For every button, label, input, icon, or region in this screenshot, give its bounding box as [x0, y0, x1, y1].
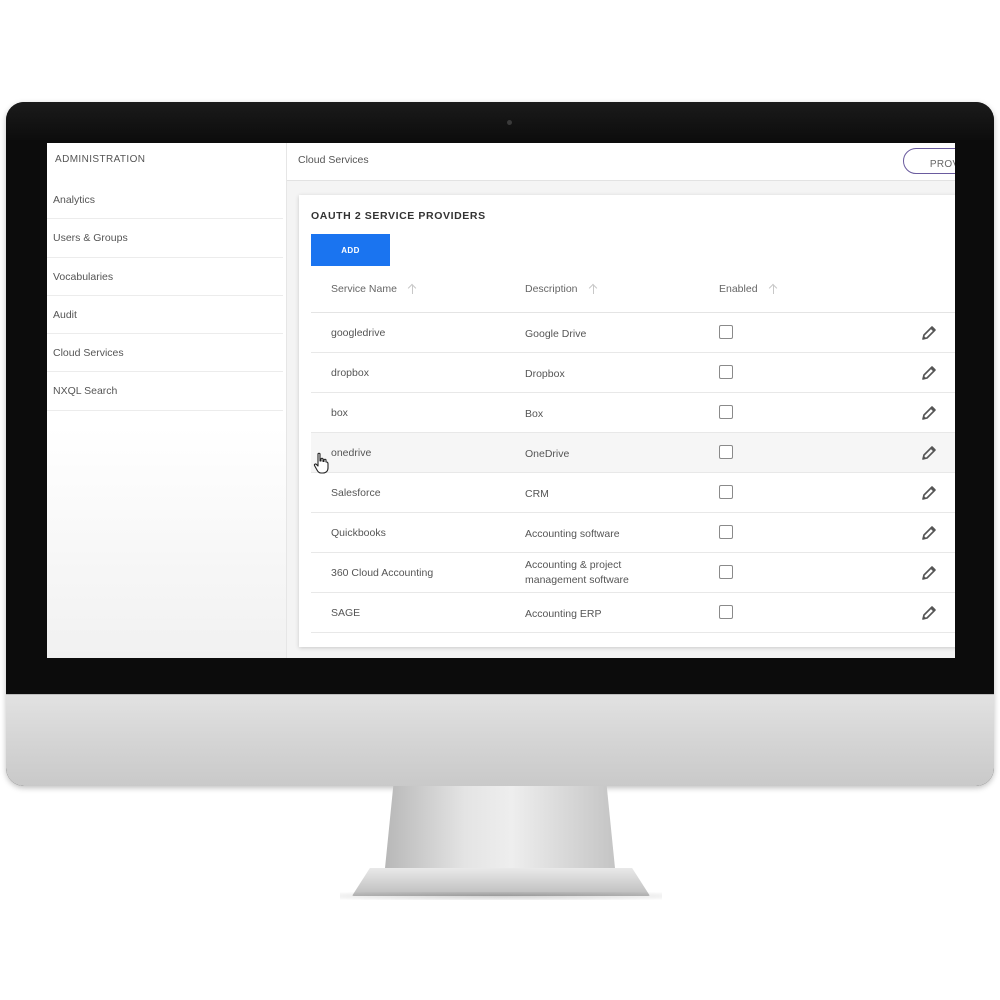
- description-cell: Box: [525, 408, 544, 420]
- sidebar-item-audit[interactable]: Audit: [47, 296, 283, 335]
- oauth-providers-card: OAUTH 2 SERVICE PROVIDERS ADD Service Na…: [299, 195, 955, 647]
- camera-icon: [507, 120, 512, 125]
- enabled-checkbox[interactable]: [719, 325, 733, 339]
- description-cell: Google Drive: [525, 328, 587, 340]
- service-name-cell: 360 Cloud Accounting: [331, 567, 434, 579]
- description-cell: OneDrive: [525, 448, 570, 460]
- admin-sidebar: ADMINISTRATION Analytics Users & Groups …: [47, 143, 287, 658]
- pencil-icon[interactable]: [919, 443, 939, 463]
- column-header-enabled[interactable]: Enabled: [719, 283, 780, 295]
- card-title: OAUTH 2 SERVICE PROVIDERS: [311, 210, 486, 222]
- bezel-glare: [6, 102, 994, 142]
- service-name-cell: dropbox: [331, 367, 369, 379]
- sidebar-item-analytics[interactable]: Analytics: [47, 181, 283, 220]
- enabled-checkbox[interactable]: [719, 525, 733, 539]
- monitor-stand-shadow: [340, 892, 662, 900]
- table-header: Service Name Description Enabled: [311, 273, 955, 313]
- add-button[interactable]: ADD: [311, 234, 390, 266]
- providers-button[interactable]: PROVID: [903, 148, 955, 174]
- sort-arrow-up-icon[interactable]: [768, 283, 780, 295]
- enabled-checkbox[interactable]: [719, 365, 733, 379]
- table-row[interactable]: 360 Cloud Accounting Accounting & projec…: [311, 553, 955, 593]
- table-row[interactable]: Salesforce CRM: [311, 473, 955, 513]
- enabled-checkbox[interactable]: [719, 405, 733, 419]
- sidebar-item-label: NXQL Search: [53, 385, 118, 398]
- enabled-checkbox[interactable]: [719, 485, 733, 499]
- enabled-checkbox[interactable]: [719, 565, 733, 579]
- pencil-icon[interactable]: [919, 323, 939, 343]
- sidebar-item-label: Users & Groups: [53, 232, 128, 245]
- sidebar-menu: Analytics Users & Groups Vocabularies Au…: [47, 181, 283, 411]
- service-name-cell: Quickbooks: [331, 527, 386, 539]
- top-bar: Cloud Services PROVID: [287, 143, 955, 181]
- enabled-checkbox[interactable]: [719, 445, 733, 459]
- sidebar-item-cloud-services[interactable]: Cloud Services: [47, 334, 283, 373]
- sidebar-item-nxql-search[interactable]: NXQL Search: [47, 372, 283, 411]
- service-name-cell: SAGE: [331, 607, 361, 619]
- description-cell: Accounting & project management software: [525, 559, 629, 586]
- monitor-chin: [6, 694, 994, 786]
- enabled-checkbox[interactable]: [719, 605, 733, 619]
- column-label: Service Name: [331, 283, 397, 295]
- service-name-cell: googledrive: [331, 327, 386, 339]
- description-cell: Accounting ERP: [525, 608, 602, 620]
- column-header-service-name[interactable]: Service Name: [331, 283, 419, 295]
- pencil-icon[interactable]: [919, 523, 939, 543]
- pencil-icon[interactable]: [919, 403, 939, 423]
- pencil-icon[interactable]: [919, 483, 939, 503]
- sidebar-item-vocabularies[interactable]: Vocabularies: [47, 258, 283, 296]
- table-row[interactable]: Quickbooks Accounting software: [311, 513, 955, 553]
- sidebar-item-users-groups[interactable]: Users & Groups: [47, 219, 283, 258]
- providers-table: Service Name Description Enabled googled…: [311, 273, 955, 633]
- description-cell: Dropbox: [525, 368, 565, 380]
- sidebar-item-label: Vocabularies: [53, 270, 114, 283]
- service-name-cell: Salesforce: [331, 487, 381, 499]
- pencil-icon[interactable]: [919, 363, 939, 383]
- sidebar-item-label: Audit: [53, 308, 77, 321]
- table-row[interactable]: box Box: [311, 393, 955, 433]
- column-label: Enabled: [719, 283, 758, 295]
- column-header-description[interactable]: Description: [525, 283, 600, 295]
- sidebar-header: ADMINISTRATION: [55, 154, 146, 165]
- pencil-icon[interactable]: [919, 563, 939, 583]
- monitor-stand-neck: [384, 786, 616, 878]
- description-cell: Accounting software: [525, 528, 620, 540]
- service-name-cell: onedrive: [331, 447, 372, 459]
- hand-pointer-icon: [313, 452, 329, 474]
- description-cell: CRM: [525, 488, 549, 500]
- page-title: Cloud Services: [298, 154, 369, 166]
- pencil-icon[interactable]: [919, 603, 939, 623]
- sidebar-item-label: Cloud Services: [53, 347, 124, 360]
- column-label: Description: [525, 283, 578, 295]
- table-row[interactable]: dropbox Dropbox: [311, 353, 955, 393]
- screen: ADMINISTRATION Analytics Users & Groups …: [47, 143, 955, 658]
- sidebar-item-label: Analytics: [53, 194, 96, 206]
- service-name-cell: box: [331, 407, 348, 419]
- sort-arrow-up-icon[interactable]: [407, 283, 419, 295]
- sort-arrow-up-icon[interactable]: [588, 283, 600, 295]
- table-row[interactable]: onedrive OneDrive: [311, 433, 955, 473]
- table-row[interactable]: googledrive Google Drive: [311, 313, 955, 353]
- table-row[interactable]: SAGE Accounting ERP: [311, 593, 955, 633]
